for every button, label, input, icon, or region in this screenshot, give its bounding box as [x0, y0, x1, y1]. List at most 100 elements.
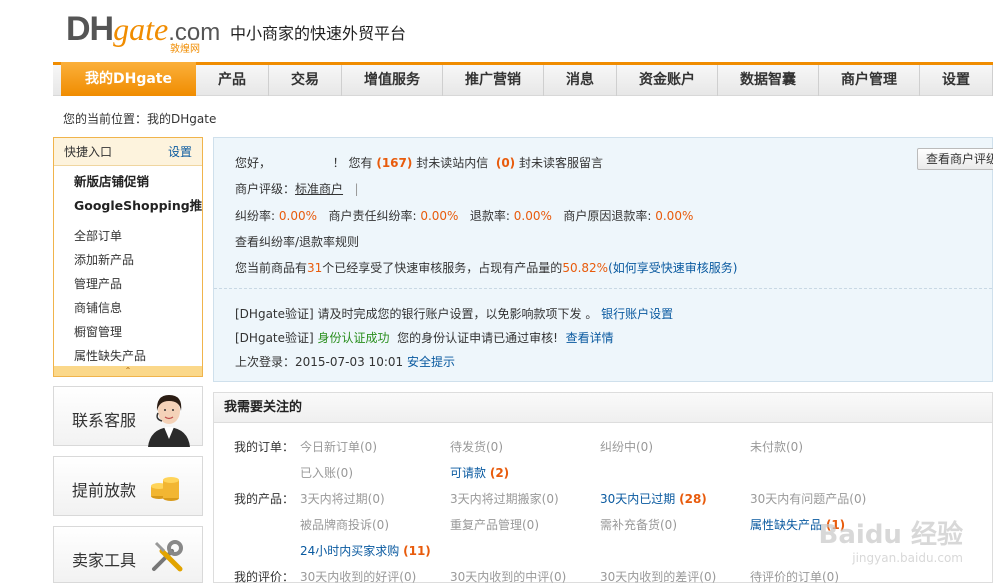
- buyer-requests-24h[interactable]: 24小时内买家求购 (11): [300, 542, 431, 559]
- review-pending-orders[interactable]: 待评价的订单(0): [750, 568, 839, 583]
- seller-tools-label: 卖家工具: [72, 551, 137, 570]
- main-nav: 我的DHgate 产品 交易 增值服务 推广营销 消息 资金账户 数据智囊 商户…: [53, 62, 993, 96]
- review-positive-30d[interactable]: 30天内收到的好评(0): [300, 568, 416, 583]
- cs-message-count[interactable]: (0): [496, 156, 515, 170]
- refund-rate-label: 退款率:: [469, 209, 510, 223]
- nav-settings[interactable]: 设置: [920, 65, 993, 96]
- nav-data[interactable]: 数据智囊: [718, 65, 819, 96]
- watermark-sub: jingyan.baidu.com: [852, 551, 963, 565]
- quick-links-title: 快捷入口: [64, 145, 113, 159]
- quick-link-all-orders[interactable]: 全部订单: [54, 224, 202, 248]
- quick-review-line: 您当前商品有31个已经享受了快速审核服务，占现有产品量的50.82%(如何享受快…: [235, 259, 737, 276]
- quick-link-store-info[interactable]: 商铺信息: [54, 296, 202, 320]
- nav-merchant[interactable]: 商户管理: [819, 65, 920, 96]
- quick-review-middle: 个已经享受了快速审核服务，占现有产品量的: [322, 261, 563, 275]
- quick-review-prefix: 您当前商品有: [235, 261, 308, 275]
- quick-link-add-product[interactable]: 添加新产品: [54, 248, 202, 272]
- baidu-watermark: Baidu 经验 jingyan.baidu.com: [819, 514, 963, 565]
- dispute-rate-value: 0.00%: [278, 209, 317, 223]
- logo-gate: gate: [113, 11, 169, 47]
- id-verify-text: 您的身份认证申请已通过审核!: [397, 331, 558, 345]
- product-expired-30d-count: (28): [679, 492, 707, 506]
- product-expired-30d[interactable]: 30天内已过期 (28): [600, 490, 707, 507]
- quick-review-percent: 50.82%: [562, 261, 609, 275]
- id-verify-prefix: [DHgate验证]: [235, 331, 314, 345]
- nav-marketing[interactable]: 推广营销: [443, 65, 544, 96]
- id-verify-line: [DHgate验证] 身份认证成功 您的身份认证申请已通过审核! 查看详情: [235, 329, 614, 346]
- merchant-refund-rate-value: 0.00%: [655, 209, 694, 223]
- order-withdrawable[interactable]: 可请款 (2): [450, 464, 509, 481]
- order-today-new[interactable]: 今日新订单(0): [300, 438, 377, 455]
- nav-products[interactable]: 产品: [196, 65, 269, 96]
- buyer-requests-count: (11): [403, 544, 431, 558]
- dispute-rate-label: 纠纷率:: [235, 209, 276, 223]
- quick-link-manage-products[interactable]: 管理产品: [54, 272, 202, 296]
- security-tips-link[interactable]: 安全提示: [407, 355, 455, 369]
- nav-funds[interactable]: 资金账户: [617, 65, 718, 96]
- order-unpaid[interactable]: 未付款(0): [750, 438, 803, 455]
- id-verify-status: 身份认证成功: [317, 331, 390, 345]
- bank-verify-line: [DHgate验证] 请及时完成您的银行账户设置，以免影响款项下发 。 银行账户…: [235, 305, 673, 322]
- product-expiring-3d[interactable]: 3天内将过期(0): [300, 490, 385, 507]
- product-expiring-moved-3d[interactable]: 3天内将过期搬家(0): [450, 490, 559, 507]
- product-missing-attr-label: 属性缺失产品: [750, 518, 823, 532]
- nav-trade[interactable]: 交易: [269, 65, 342, 96]
- product-problem-30d[interactable]: 30天内有问题产品(0): [750, 490, 866, 507]
- order-settled[interactable]: 已入账(0): [300, 464, 353, 481]
- rates-line: 纠纷率: 0.00% 商户责任纠纷率: 0.00% 退款率: 0.00% 商户原…: [235, 207, 693, 224]
- quick-link-missing-attributes[interactable]: 属性缺失产品: [54, 344, 202, 368]
- greeting-line: 您好， ！ 您有 (167) 封未读站内信 (0) 封未读客服留言: [235, 154, 603, 171]
- contact-service-card[interactable]: 联系客服: [53, 386, 203, 447]
- slogan: 中小商家的快速外贸平台: [230, 24, 407, 43]
- quick-links-panel: 快捷入口 设置 新版店铺促销 GoogleShopping推广 全部订单 添加新…: [53, 137, 203, 377]
- resp-dispute-rate-value: 0.00%: [420, 209, 459, 223]
- nav-my-dhgate[interactable]: 我的DHgate: [61, 62, 196, 96]
- dhgate-logo[interactable]: DHgate.com 敦煌网: [66, 10, 220, 55]
- product-brand-complaint[interactable]: 被品牌商投诉(0): [300, 516, 389, 533]
- view-merchant-rating-button[interactable]: 查看商户评级: [917, 148, 993, 170]
- last-login-line: 上次登录：2015-07-03 10:01 安全提示: [235, 353, 455, 370]
- quick-review-link[interactable]: (如何享受快速审核服务): [608, 261, 737, 275]
- quick-links-list: 新版店铺促销 GoogleShopping推广 全部订单 添加新产品 管理产品 …: [54, 166, 202, 368]
- quick-link-showcase[interactable]: 橱窗管理: [54, 320, 202, 344]
- nav-messages[interactable]: 消息: [544, 65, 617, 96]
- orders-label: 我的订单：: [234, 440, 295, 454]
- seller-tools-card[interactable]: 卖家工具: [53, 526, 203, 583]
- tools-icon: [152, 540, 183, 572]
- rating-separator: |: [354, 182, 359, 196]
- order-in-dispute[interactable]: 纠纷中(0): [600, 438, 653, 455]
- quick-link-google-shopping[interactable]: GoogleShopping推广: [54, 194, 202, 218]
- nav-value-added[interactable]: 增值服务: [342, 65, 443, 96]
- bank-verify-text: [DHgate验证] 请及时完成您的银行账户设置，以免影响款项下发 。: [235, 307, 598, 321]
- rate-rules-link[interactable]: 查看纠纷率/退款率规则: [235, 233, 359, 250]
- order-pending-ship[interactable]: 待发货(0): [450, 438, 503, 455]
- bank-settings-link[interactable]: 银行账户设置: [601, 307, 673, 321]
- product-expired-30d-label: 30天内已过期: [600, 492, 676, 506]
- rating-line: 商户评级：标准商户 |: [235, 180, 359, 197]
- review-neutral-30d[interactable]: 30天内收到的中评(0): [450, 568, 566, 583]
- rating-label: 商户评级：: [235, 182, 296, 196]
- unread-count[interactable]: (167): [376, 156, 412, 170]
- early-release-card[interactable]: 提前放款: [53, 456, 203, 516]
- greeting-text: 您好，: [235, 156, 272, 170]
- coins-icon: [151, 477, 179, 501]
- review-negative-30d[interactable]: 30天内收到的差评(0): [600, 568, 716, 583]
- quick-review-count: 31: [307, 261, 323, 275]
- quick-links-settings[interactable]: 设置: [168, 138, 192, 166]
- breadcrumb: 您的当前位置：我的DHgate: [63, 112, 217, 126]
- products-label: 我的产品：: [234, 492, 295, 506]
- early-release-label: 提前放款: [72, 481, 137, 500]
- rating-value[interactable]: 标准商户: [295, 182, 343, 196]
- product-duplicate[interactable]: 重复产品管理(0): [450, 516, 539, 533]
- last-login-text: 上次登录：2015-07-03 10:01: [235, 355, 404, 369]
- quick-link-store-promo[interactable]: 新版店铺促销: [54, 170, 202, 194]
- greeting-after: ！ 您有: [332, 156, 373, 170]
- product-need-stock[interactable]: 需补充备货(0): [600, 516, 677, 533]
- buyer-requests-label: 24小时内买家求购: [300, 544, 400, 558]
- collapse-icon[interactable]: ⌃: [54, 366, 202, 376]
- watermark-main: Baidu 经验: [818, 520, 963, 550]
- id-verify-details-link[interactable]: 查看详情: [566, 331, 614, 345]
- refund-rate-value: 0.00%: [513, 209, 552, 223]
- unread-label: 封未读站内信: [416, 156, 489, 170]
- merchant-refund-rate-label: 商户原因退款率:: [563, 209, 652, 223]
